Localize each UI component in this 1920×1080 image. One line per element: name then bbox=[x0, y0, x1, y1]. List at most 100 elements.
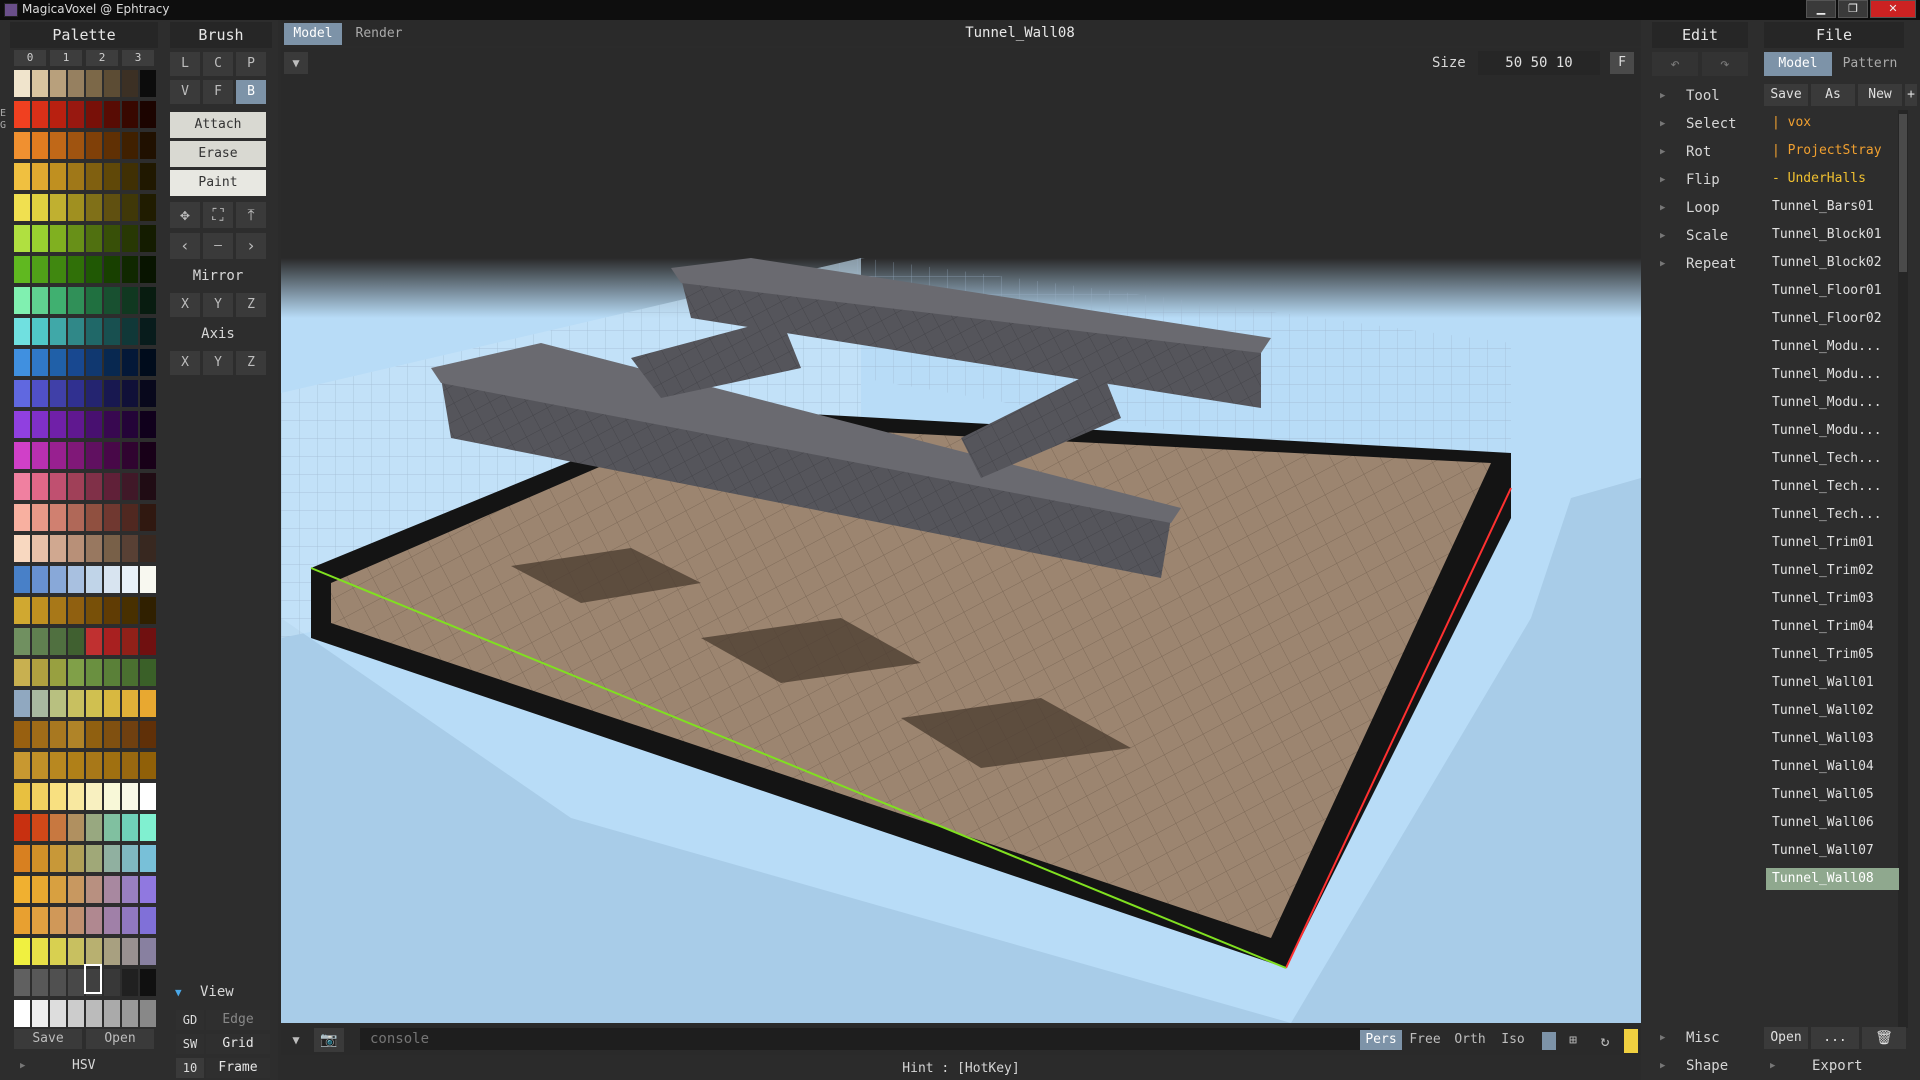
file-list-item[interactable]: Tunnel_Trim02 bbox=[1772, 563, 1874, 578]
palette-swatch[interactable] bbox=[122, 473, 138, 500]
palette-swatch[interactable] bbox=[14, 752, 30, 779]
view-label[interactable]: View bbox=[200, 984, 234, 1000]
palette-swatch[interactable] bbox=[86, 256, 102, 283]
file-list-item[interactable]: Tunnel_Floor02 bbox=[1772, 311, 1882, 326]
palette-swatch[interactable] bbox=[86, 411, 102, 438]
palette-swatch[interactable] bbox=[104, 411, 120, 438]
file-list-item[interactable]: Tunnel_Wall04 bbox=[1772, 759, 1874, 774]
palette-swatch[interactable] bbox=[86, 783, 102, 810]
palette-swatch[interactable] bbox=[68, 163, 84, 190]
palette-swatch[interactable] bbox=[14, 721, 30, 748]
palette-swatch[interactable] bbox=[32, 597, 48, 624]
tab-model[interactable]: Model bbox=[284, 23, 342, 45]
view-frame-toggle[interactable]: Frame bbox=[206, 1058, 270, 1078]
palette-swatch[interactable] bbox=[68, 473, 84, 500]
palette-swatch[interactable] bbox=[68, 628, 84, 655]
palette-swatch[interactable] bbox=[104, 907, 120, 934]
palette-swatch[interactable] bbox=[50, 442, 66, 469]
palette-swatch[interactable] bbox=[68, 783, 84, 810]
brush-shape-pattern[interactable]: P bbox=[236, 52, 266, 76]
palette-swatch[interactable] bbox=[122, 1000, 138, 1027]
palette-swatch[interactable] bbox=[122, 287, 138, 314]
brush-shape-voxel[interactable]: V bbox=[170, 80, 200, 104]
palette-swatch[interactable] bbox=[104, 349, 120, 376]
view-key-sw[interactable]: SW bbox=[176, 1034, 204, 1054]
palette-swatch[interactable] bbox=[86, 1000, 102, 1027]
palette-swatch[interactable] bbox=[122, 349, 138, 376]
brush-mode-erase[interactable]: Erase bbox=[170, 141, 266, 167]
palette-swatch[interactable] bbox=[50, 380, 66, 407]
projection-free[interactable]: Free bbox=[1405, 1030, 1445, 1050]
palette-swatch[interactable] bbox=[122, 783, 138, 810]
brush-mode-paint[interactable]: Paint bbox=[170, 170, 266, 196]
palette-swatch[interactable] bbox=[140, 442, 156, 469]
raise-icon[interactable]: ⤒ bbox=[236, 202, 266, 228]
palette-swatch[interactable] bbox=[140, 845, 156, 872]
palette-swatch[interactable] bbox=[104, 628, 120, 655]
palette-swatch[interactable] bbox=[68, 938, 84, 965]
palette-swatch[interactable] bbox=[32, 70, 48, 97]
edit-shape[interactable]: Shape bbox=[1686, 1058, 1728, 1074]
edit-expand-icon[interactable]: ▶ bbox=[1660, 147, 1665, 157]
view-key-gd[interactable]: GD bbox=[176, 1010, 204, 1030]
palette-swatch[interactable] bbox=[104, 70, 120, 97]
palette-swatch[interactable] bbox=[68, 876, 84, 903]
palette-swatch[interactable] bbox=[140, 597, 156, 624]
palette-swatch[interactable] bbox=[68, 659, 84, 686]
file-tab-pattern[interactable]: Pattern bbox=[1834, 52, 1906, 76]
palette-swatch[interactable] bbox=[14, 380, 30, 407]
ground-toggle-icon[interactable] bbox=[1542, 1032, 1556, 1050]
shape-expand-icon[interactable]: ▶ bbox=[1660, 1061, 1665, 1071]
palette-swatch[interactable] bbox=[68, 566, 84, 593]
size-fit-button[interactable]: F bbox=[1610, 52, 1634, 74]
projection-pers[interactable]: Pers bbox=[1360, 1030, 1402, 1050]
palette-column-1[interactable]: 1 bbox=[50, 50, 82, 66]
palette-swatch[interactable] bbox=[14, 1000, 30, 1027]
palette-swatch[interactable] bbox=[14, 318, 30, 345]
palette-swatch[interactable] bbox=[32, 473, 48, 500]
palette-swatch[interactable] bbox=[68, 442, 84, 469]
palette-column-2[interactable]: 2 bbox=[86, 50, 118, 66]
palette-swatch[interactable] bbox=[86, 597, 102, 624]
hsv-expand-icon[interactable]: ▶ bbox=[20, 1061, 25, 1071]
palette-swatch[interactable] bbox=[32, 318, 48, 345]
file-list-scrollbar[interactable] bbox=[1898, 110, 1908, 1028]
palette-swatch[interactable] bbox=[14, 287, 30, 314]
file-list-item[interactable]: Tunnel_Tech... bbox=[1772, 479, 1882, 494]
palette-swatch[interactable] bbox=[14, 907, 30, 934]
palette-swatch[interactable] bbox=[32, 783, 48, 810]
edit-item-rot[interactable]: Rot bbox=[1686, 144, 1711, 160]
palette-swatch[interactable] bbox=[14, 163, 30, 190]
misc-expand-icon[interactable]: ▶ bbox=[1660, 1033, 1665, 1043]
palette-swatch[interactable] bbox=[122, 597, 138, 624]
palette-swatch[interactable] bbox=[68, 1000, 84, 1027]
file-list-item[interactable]: Tunnel_Wall07 bbox=[1772, 843, 1874, 858]
palette-swatch[interactable] bbox=[14, 845, 30, 872]
palette-swatch[interactable] bbox=[68, 752, 84, 779]
palette-swatch[interactable] bbox=[122, 938, 138, 965]
palette-swatch[interactable] bbox=[50, 1000, 66, 1027]
palette-swatch[interactable] bbox=[50, 473, 66, 500]
mirror-z-button[interactable]: Z bbox=[236, 293, 266, 317]
palette-swatch[interactable] bbox=[86, 628, 102, 655]
palette-swatch[interactable] bbox=[122, 256, 138, 283]
palette-swatch[interactable] bbox=[140, 659, 156, 686]
palette-swatch[interactable] bbox=[140, 814, 156, 841]
palette-swatch[interactable] bbox=[140, 907, 156, 934]
palette-swatch[interactable] bbox=[86, 566, 102, 593]
palette-swatch[interactable] bbox=[104, 752, 120, 779]
palette-swatch[interactable] bbox=[50, 721, 66, 748]
palette-swatch[interactable] bbox=[50, 628, 66, 655]
palette-swatch[interactable] bbox=[86, 535, 102, 562]
file-open-button[interactable]: Open bbox=[1764, 1027, 1808, 1049]
minimize-button[interactable]: ▁ bbox=[1806, 0, 1836, 18]
palette-swatch[interactable] bbox=[32, 690, 48, 717]
palette-open-button[interactable]: Open bbox=[86, 1029, 154, 1049]
palette-swatch[interactable] bbox=[122, 721, 138, 748]
file-list-item[interactable]: Tunnel_Wall02 bbox=[1772, 703, 1874, 718]
palette-swatch[interactable] bbox=[32, 969, 48, 996]
palette-swatch[interactable] bbox=[32, 225, 48, 252]
palette-swatch[interactable] bbox=[50, 752, 66, 779]
palette-swatch[interactable] bbox=[104, 101, 120, 128]
axis-y-button[interactable]: Y bbox=[203, 351, 233, 375]
